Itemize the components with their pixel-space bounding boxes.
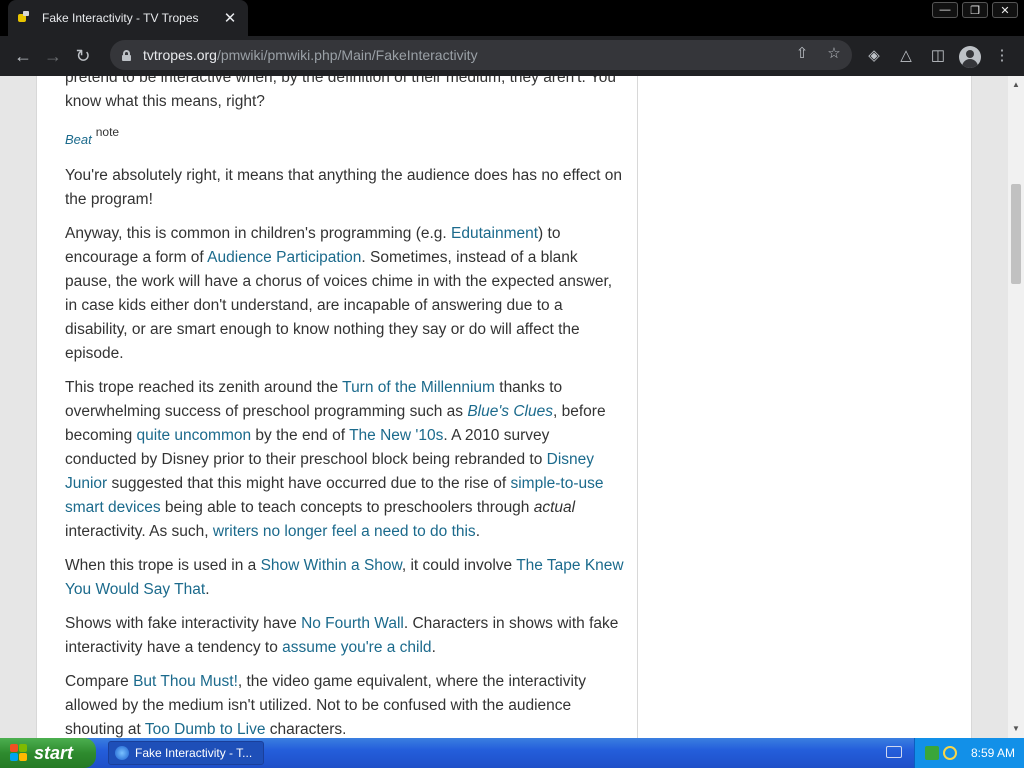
url-host: tvtropes.org (143, 47, 217, 63)
text: . (205, 581, 210, 598)
paragraph: pretend to be interactive when, by the d… (65, 76, 625, 114)
page-viewport: pretend to be interactive when, by the d… (0, 76, 1024, 738)
taskbar-chrome-window[interactable]: Fake Interactivity - T... (108, 741, 264, 765)
link-edutainment[interactable]: Edutainment (451, 225, 538, 242)
text: When this trope is used in a (65, 557, 261, 574)
task-label: Fake Interactivity - T... (135, 746, 253, 760)
text: being able to teach concepts to preschoo… (160, 499, 534, 516)
profile-avatar-icon[interactable] (958, 40, 982, 70)
start-button[interactable]: start (0, 738, 96, 768)
beat-folder: Beat note (65, 125, 625, 152)
share-icon[interactable]: ⇧ (792, 44, 812, 62)
menu-kebab-icon[interactable]: ⋮ (990, 40, 1014, 70)
labs-flask-icon[interactable]: △ (894, 40, 918, 70)
text: . (431, 639, 436, 656)
tab-strip: Fake Interactivity - TV Tropes ✕ — ❐ ✕ (0, 0, 1024, 36)
tab-title: Fake Interactivity - TV Tropes (42, 11, 199, 25)
start-label: start (34, 742, 74, 763)
page-scrollbar[interactable]: ▲ ▼ (1008, 76, 1024, 738)
text: This trope reached its zenith around the (65, 379, 343, 396)
link-but-thou-must[interactable]: But Thou Must! (133, 673, 238, 690)
link-assume-child[interactable]: assume you're a child (282, 639, 431, 656)
text: by the end of (251, 427, 350, 444)
clock: 8:59 AM (971, 746, 1016, 760)
scrollbar-thumb[interactable] (1011, 184, 1021, 284)
scroll-up-arrow-icon[interactable]: ▲ (1011, 80, 1021, 90)
window-controls: — ❐ ✕ (932, 2, 1018, 18)
browser-tab[interactable]: Fake Interactivity - TV Tropes ✕ (8, 0, 248, 36)
article-panel: pretend to be interactive when, by the d… (36, 76, 638, 738)
text: pretend to be interactive when, by the d… (65, 76, 616, 110)
link-no-fourth-wall[interactable]: No Fourth Wall (301, 615, 404, 632)
network-icon[interactable] (925, 746, 939, 760)
emphasis: actual (533, 499, 576, 516)
windows-logo-icon (10, 744, 28, 762)
link-quite-uncommon[interactable]: quite uncommon (137, 427, 252, 444)
chrome-icon (115, 746, 129, 760)
scroll-down-arrow-icon[interactable]: ▼ (1011, 724, 1021, 734)
text: You're absolutely right, it means that a… (65, 167, 623, 208)
link-audience-participation[interactable]: Audience Participation (207, 249, 361, 266)
keyboard-icon[interactable] (886, 746, 902, 758)
text: interactivity. As such, (65, 523, 213, 540)
bookmark-star-icon[interactable]: ☆ (824, 44, 844, 62)
text: Shows with fake interactivity have (65, 615, 302, 632)
tvtropes-favicon-icon (18, 11, 32, 25)
side-panel-icon[interactable]: ◫ (926, 40, 950, 70)
text: suggested that this might have occurred … (107, 475, 511, 492)
tab-close-icon[interactable]: ✕ (222, 9, 238, 27)
reload-icon[interactable]: ↻ (68, 41, 98, 71)
close-window-button[interactable]: ✕ (992, 2, 1018, 18)
back-icon[interactable]: ← (8, 41, 38, 71)
minimize-button[interactable]: — (932, 2, 958, 18)
system-tray: 8:59 AM (914, 738, 1024, 768)
sidebar-panel (638, 76, 972, 738)
link-writers-no-longer[interactable]: writers no longer feel a need to do this (213, 523, 476, 540)
restore-button[interactable]: ❐ (962, 2, 988, 18)
text: Compare (65, 673, 134, 690)
address-bar[interactable]: tvtropes.org/pmwiki/pmwiki.php/Main/Fake… (110, 40, 852, 70)
search-icon[interactable] (943, 746, 957, 760)
text: characters. (265, 721, 347, 738)
text: Anyway, this is common in children's pro… (65, 225, 452, 242)
browser-toolbar: ← → ↻ tvtropes.org/pmwiki/pmwiki.php/Mai… (0, 36, 1024, 76)
link-the-new-10s[interactable]: The New '10s (349, 427, 443, 444)
text: . (475, 523, 480, 540)
paragraph: Shows with fake interactivity have No Fo… (65, 612, 625, 660)
link-turn-of-the-millennium[interactable]: Turn of the Millennium (342, 379, 495, 396)
paragraph: This trope reached its zenith around the… (65, 376, 625, 544)
paragraph: Compare But Thou Must!, the video game e… (65, 670, 625, 738)
article-content: pretend to be interactive when, by the d… (65, 76, 625, 738)
note-toggle[interactable]: note (96, 125, 119, 139)
text: , it could involve (401, 557, 517, 574)
link-too-dumb-to-live[interactable]: Too Dumb to Live (145, 721, 266, 738)
paragraph: You're absolutely right, it means that a… (65, 164, 625, 212)
extensions-puzzle-icon[interactable]: ◈ (862, 40, 886, 70)
beat-link[interactable]: Beat (65, 132, 92, 147)
link-blues-clues[interactable]: Blue's Clues (467, 403, 553, 420)
paragraph: When this trope is used in a Show Within… (65, 554, 625, 602)
link-show-within-a-show[interactable]: Show Within a Show (261, 557, 402, 574)
forward-icon[interactable]: → (38, 41, 68, 71)
lock-icon[interactable] (122, 49, 131, 61)
taskbar: start Fake Interactivity - T... 8:59 AM (0, 738, 1024, 768)
paragraph: Anyway, this is common in children's pro… (65, 222, 625, 366)
url-path: /pmwiki/pmwiki.php/Main/FakeInteractivit… (216, 47, 478, 63)
